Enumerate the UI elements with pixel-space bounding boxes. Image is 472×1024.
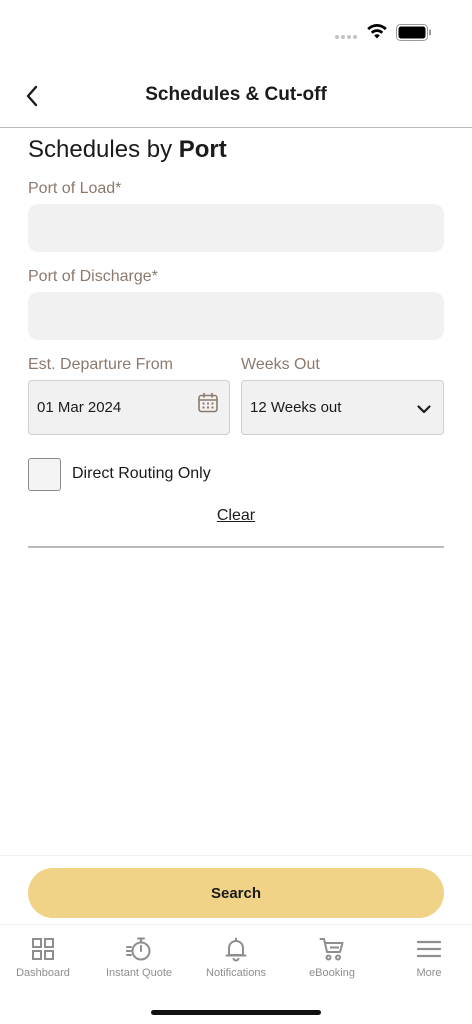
calendar-icon[interactable] [197,392,219,414]
tab-more[interactable]: More [382,926,472,986]
tab-label: Instant Quote [105,967,173,979]
divider [28,546,444,548]
dashboard-icon [32,938,54,960]
section-title-prefix: Schedules by [28,136,179,163]
page-title: Schedules & Cut-off [145,84,327,105]
weeks-out-label: Weeks Out [241,356,320,373]
search-area: Search [0,855,472,925]
departure-label: Est. Departure From [28,356,173,373]
cart-icon [319,938,344,961]
clear-link-container: Clear [0,507,472,525]
tab-label: Notifications [206,967,266,979]
direct-routing-label: Direct Routing Only [72,465,211,482]
tab-instant-quote[interactable]: Instant Quote [92,926,186,986]
stopwatch-icon [126,937,151,961]
departure-date-field[interactable]: 01 Mar 2024 [28,380,230,435]
port-of-discharge-label: Port of Discharge* [28,268,158,285]
menu-icon [416,940,442,958]
weeks-out-select[interactable]: 12 Weeks out [241,380,444,435]
departure-date-value: 01 Mar 2024 [37,399,122,416]
home-indicator [151,1010,321,1015]
tab-label: More [416,967,442,979]
clear-link[interactable]: Clear [217,507,255,524]
status-bar [0,0,472,64]
tab-dashboard[interactable]: Dashboard [0,926,90,986]
tab-label: eBooking [309,967,355,979]
battery-icon [396,24,431,41]
tab-ebooking[interactable]: eBooking [285,926,379,986]
chevron-down-icon [417,405,431,414]
bell-icon [225,937,247,962]
tab-notifications[interactable]: Notifications [189,926,283,986]
wifi-icon [367,24,387,39]
cellular-signal-icon [335,35,357,39]
section-title-bold: Port [178,136,227,163]
search-button[interactable]: Search [28,868,444,918]
tab-label: Dashboard [16,967,70,979]
port-of-load-input[interactable] [28,204,444,252]
direct-routing-checkbox[interactable] [28,458,61,491]
bottom-tab-bar: Dashboard Instant Quote Notifications eB… [0,926,472,996]
section-title: Schedules by Port [28,136,227,164]
app-header: Schedules & Cut-off [0,64,472,128]
port-of-load-label: Port of Load* [28,180,122,197]
weeks-out-value: 12 Weeks out [250,399,342,416]
port-of-discharge-input[interactable] [28,292,444,340]
